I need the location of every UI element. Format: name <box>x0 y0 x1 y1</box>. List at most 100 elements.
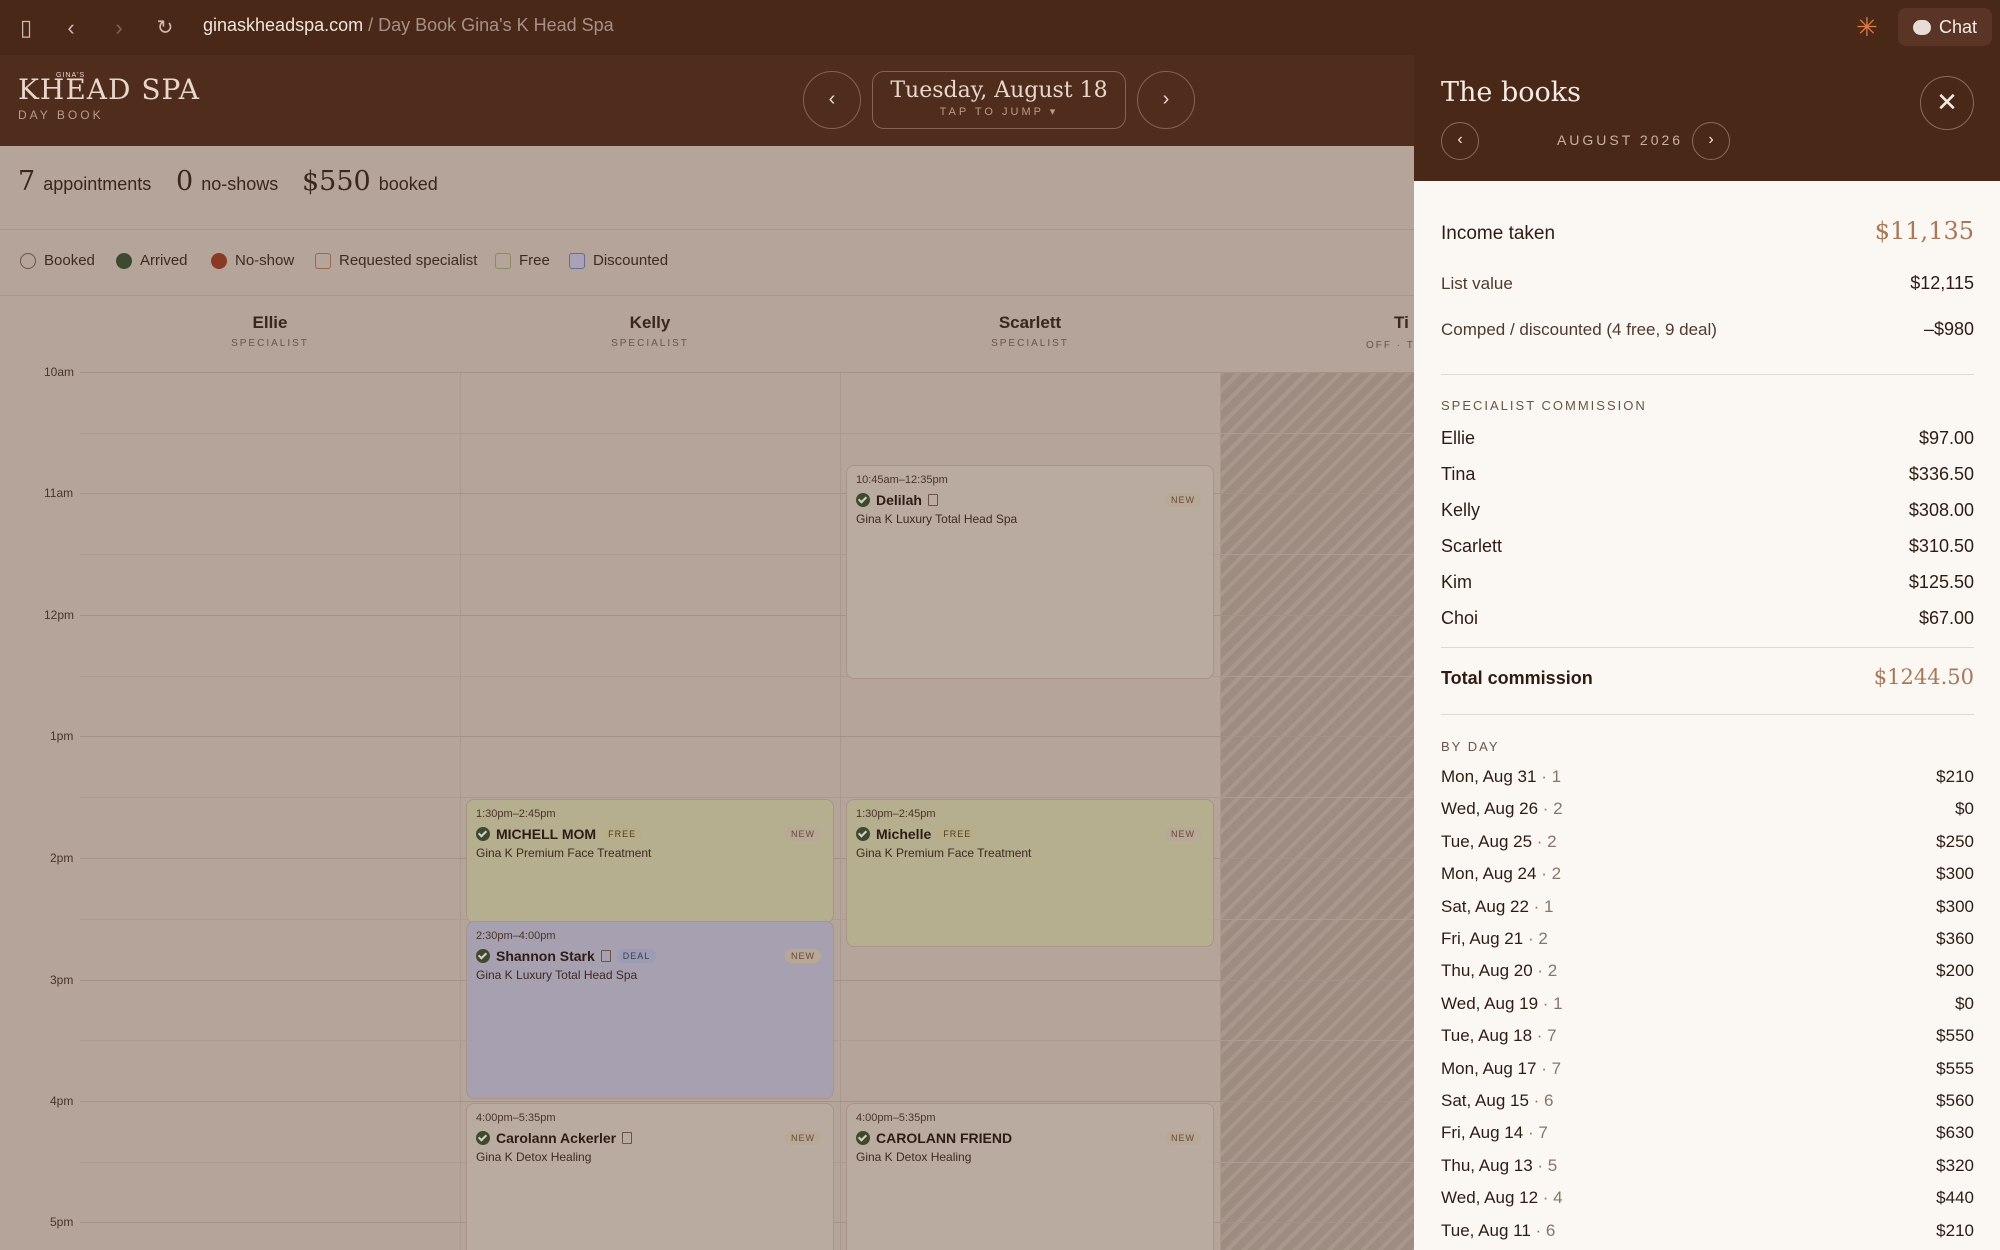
day-label: Tue, Aug 18 <box>1441 1026 1533 1046</box>
back-icon[interactable]: ‹ <box>57 14 85 42</box>
sidebar-toggle-icon[interactable]: ▯ <box>12 14 40 42</box>
url-domain: ginaskheadspa.com <box>203 15 364 35</box>
day-value: $300 <box>1936 896 1974 916</box>
stat-appointments: 7 appointments <box>18 166 152 197</box>
close-button[interactable]: ✕ <box>1920 76 1974 130</box>
hour-label: 10am <box>44 365 75 379</box>
appointment-card[interactable]: 1:30pm–2:45pm Michelle FREE NEW Gina K Pre… <box>846 799 1214 947</box>
day-count: · 7 <box>1541 1058 1562 1078</box>
day-count: · 1 <box>1542 993 1563 1013</box>
commission-row: Kelly $308.00 <box>1441 500 1974 520</box>
day-label: Fri, Aug 21 <box>1441 929 1524 948</box>
day-value: $630 <box>1936 1123 1974 1143</box>
total-commission-row: Total commission $1244.50 <box>1441 665 1974 689</box>
day-value: $300 <box>1936 864 1974 884</box>
day-value: $0 <box>1955 799 1974 819</box>
day-row[interactable]: Mon, Aug 31 · 1 $210 <box>1441 767 1974 787</box>
appointment-card[interactable]: 2:30pm–4:00pm Shannon Stark DEAL NEW Gina … <box>466 921 834 1099</box>
day-row[interactable]: Wed, Aug 12 · 4 $440 <box>1441 1188 1974 1208</box>
logo-brand: KHEAD SPA <box>18 73 201 106</box>
arrived-check-icon <box>476 827 490 841</box>
day-value: $0 <box>1955 993 1974 1013</box>
legend-free: Free <box>495 252 550 269</box>
day-label: Tue, Aug 11 <box>1441 1220 1531 1240</box>
arrived-check-icon <box>476 949 490 963</box>
arrived-check-icon <box>116 252 132 269</box>
address-bar[interactable]: ginaskheadspa.com / Day Book Gina's K He… <box>203 15 614 36</box>
day-value: $210 <box>1936 767 1974 786</box>
hour-label: 11am <box>44 486 74 500</box>
day-row[interactable]: Thu, Aug 20 · 2 $200 <box>1441 961 1974 981</box>
day-row[interactable]: Mon, Aug 24 · 2 $300 <box>1441 864 1974 884</box>
free-swatch <box>495 252 511 269</box>
day-count: · 7 <box>1527 1123 1548 1143</box>
column-kelly: Kelly SPECIALIST <box>611 313 689 349</box>
next-month-button[interactable]: › <box>1692 122 1730 160</box>
tap-to-jump-hint: TAP TO JUMP ▾ <box>939 106 1059 118</box>
half-hour-line <box>80 433 1414 434</box>
app-header: GINA'S KHEAD SPA DAY BOOK ‹ Tuesday, Aug… <box>0 55 1414 146</box>
legend-arrived: Arrived <box>116 252 188 269</box>
day-count: · 7 <box>1536 1026 1557 1046</box>
day-row[interactable]: Tue, Aug 18 · 7 $550 <box>1441 1026 1974 1046</box>
books-panel-header: The books ‹ AUGUST 2026 › ✕ <box>1414 55 2000 181</box>
forward-icon[interactable]: › <box>105 14 133 42</box>
legend: Booked Arrived No-show Requested special… <box>0 230 1414 296</box>
day-row[interactable]: Fri, Aug 21 · 2 $360 <box>1441 929 1974 949</box>
requested-swatch <box>315 252 331 269</box>
schedule-grid: 10am 11am 12pm 1pm 2pm 3pm 4pm 5pm 10:45… <box>0 365 1414 1250</box>
day-value: $250 <box>1936 831 1974 851</box>
legend-no-show: No-show <box>211 252 294 269</box>
day-value: $550 <box>1936 1026 1974 1046</box>
day-count: · 2 <box>1541 864 1562 884</box>
day-row[interactable]: Tue, Aug 11 · 6 $210 <box>1441 1221 1974 1241</box>
divider <box>1441 374 1974 375</box>
hour-label: 2pm <box>50 851 74 865</box>
appointment-card[interactable]: 10:45am–12:35pm Delilah NEW Gina K Luxury… <box>846 465 1214 679</box>
column-scarlett: Scarlett SPECIALIST <box>991 313 1069 349</box>
day-row[interactable]: Thu, Aug 13 · 5 $320 <box>1441 1156 1974 1176</box>
by-day-section-title: BY DAY <box>1441 739 1500 754</box>
panel-title: The books <box>1441 77 1581 108</box>
day-count: · 1 <box>1533 896 1554 916</box>
chat-button[interactable]: Chat <box>1898 8 1992 46</box>
prev-month-button[interactable]: ‹ <box>1441 122 1479 160</box>
day-row[interactable]: Wed, Aug 26 · 2 $0 <box>1441 799 1974 819</box>
appointment-card[interactable]: 1:30pm–2:45pm MICHELL MOM FREE NEW Gina K … <box>466 799 834 923</box>
claude-sun-icon[interactable]: ✳ <box>1856 12 1878 42</box>
new-badge: NEW <box>785 949 821 963</box>
prev-day-button[interactable]: ‹ <box>803 71 861 129</box>
day-row[interactable]: Sat, Aug 22 · 1 $300 <box>1441 897 1974 917</box>
day-label: Mon, Aug 24 <box>1441 864 1537 884</box>
hour-label: 3pm <box>50 973 74 987</box>
stat-no-shows: 0 no-shows <box>176 166 279 197</box>
hour-line <box>80 1101 1414 1102</box>
day-row[interactable]: Fri, Aug 14 · 7 $630 <box>1441 1123 1974 1143</box>
day-value: $555 <box>1936 1058 1974 1078</box>
next-day-button[interactable]: › <box>1137 71 1195 129</box>
divider <box>1441 647 1974 648</box>
reload-icon[interactable]: ↻ <box>151 14 179 42</box>
arrived-check-icon <box>856 493 870 507</box>
income-row: Income taken $11,135 <box>1441 217 1974 245</box>
arrived-check-icon <box>476 1131 490 1145</box>
no-show-x-icon <box>211 252 227 269</box>
column-divider <box>840 372 841 1250</box>
appointment-card[interactable]: 4:00pm–5:35pm CAROLANN FRIEND NEW Gina K … <box>846 1103 1214 1250</box>
day-count: · 5 <box>1537 1155 1558 1175</box>
day-row[interactable]: Tue, Aug 25 · 2 $250 <box>1441 832 1974 852</box>
books-panel: The books ‹ AUGUST 2026 › ✕ Income taken… <box>1414 55 2000 1250</box>
comped-row: Comped / discounted (4 free, 9 deal) –$9… <box>1441 319 1974 339</box>
list-value-row: List value $12,115 <box>1441 273 1974 293</box>
day-row[interactable]: Wed, Aug 19 · 1 $0 <box>1441 994 1974 1014</box>
appointment-card[interactable]: 4:00pm–5:35pm Carolann Ackerler NEW Gina … <box>466 1103 834 1250</box>
hour-label: 5pm <box>50 1215 74 1229</box>
date-picker[interactable]: Tuesday, August 18 TAP TO JUMP ▾ <box>872 71 1126 129</box>
chat-label: Chat <box>1938 16 1978 37</box>
day-row[interactable]: Mon, Aug 17 · 7 $555 <box>1441 1059 1974 1079</box>
month-label: AUGUST 2026 <box>1556 132 1684 148</box>
hour-label: 4pm <box>50 1094 74 1108</box>
day-count: · 6 <box>1535 1220 1556 1240</box>
day-row[interactable]: Sat, Aug 15 · 6 $560 <box>1441 1091 1974 1111</box>
half-hour-line <box>80 797 1414 798</box>
